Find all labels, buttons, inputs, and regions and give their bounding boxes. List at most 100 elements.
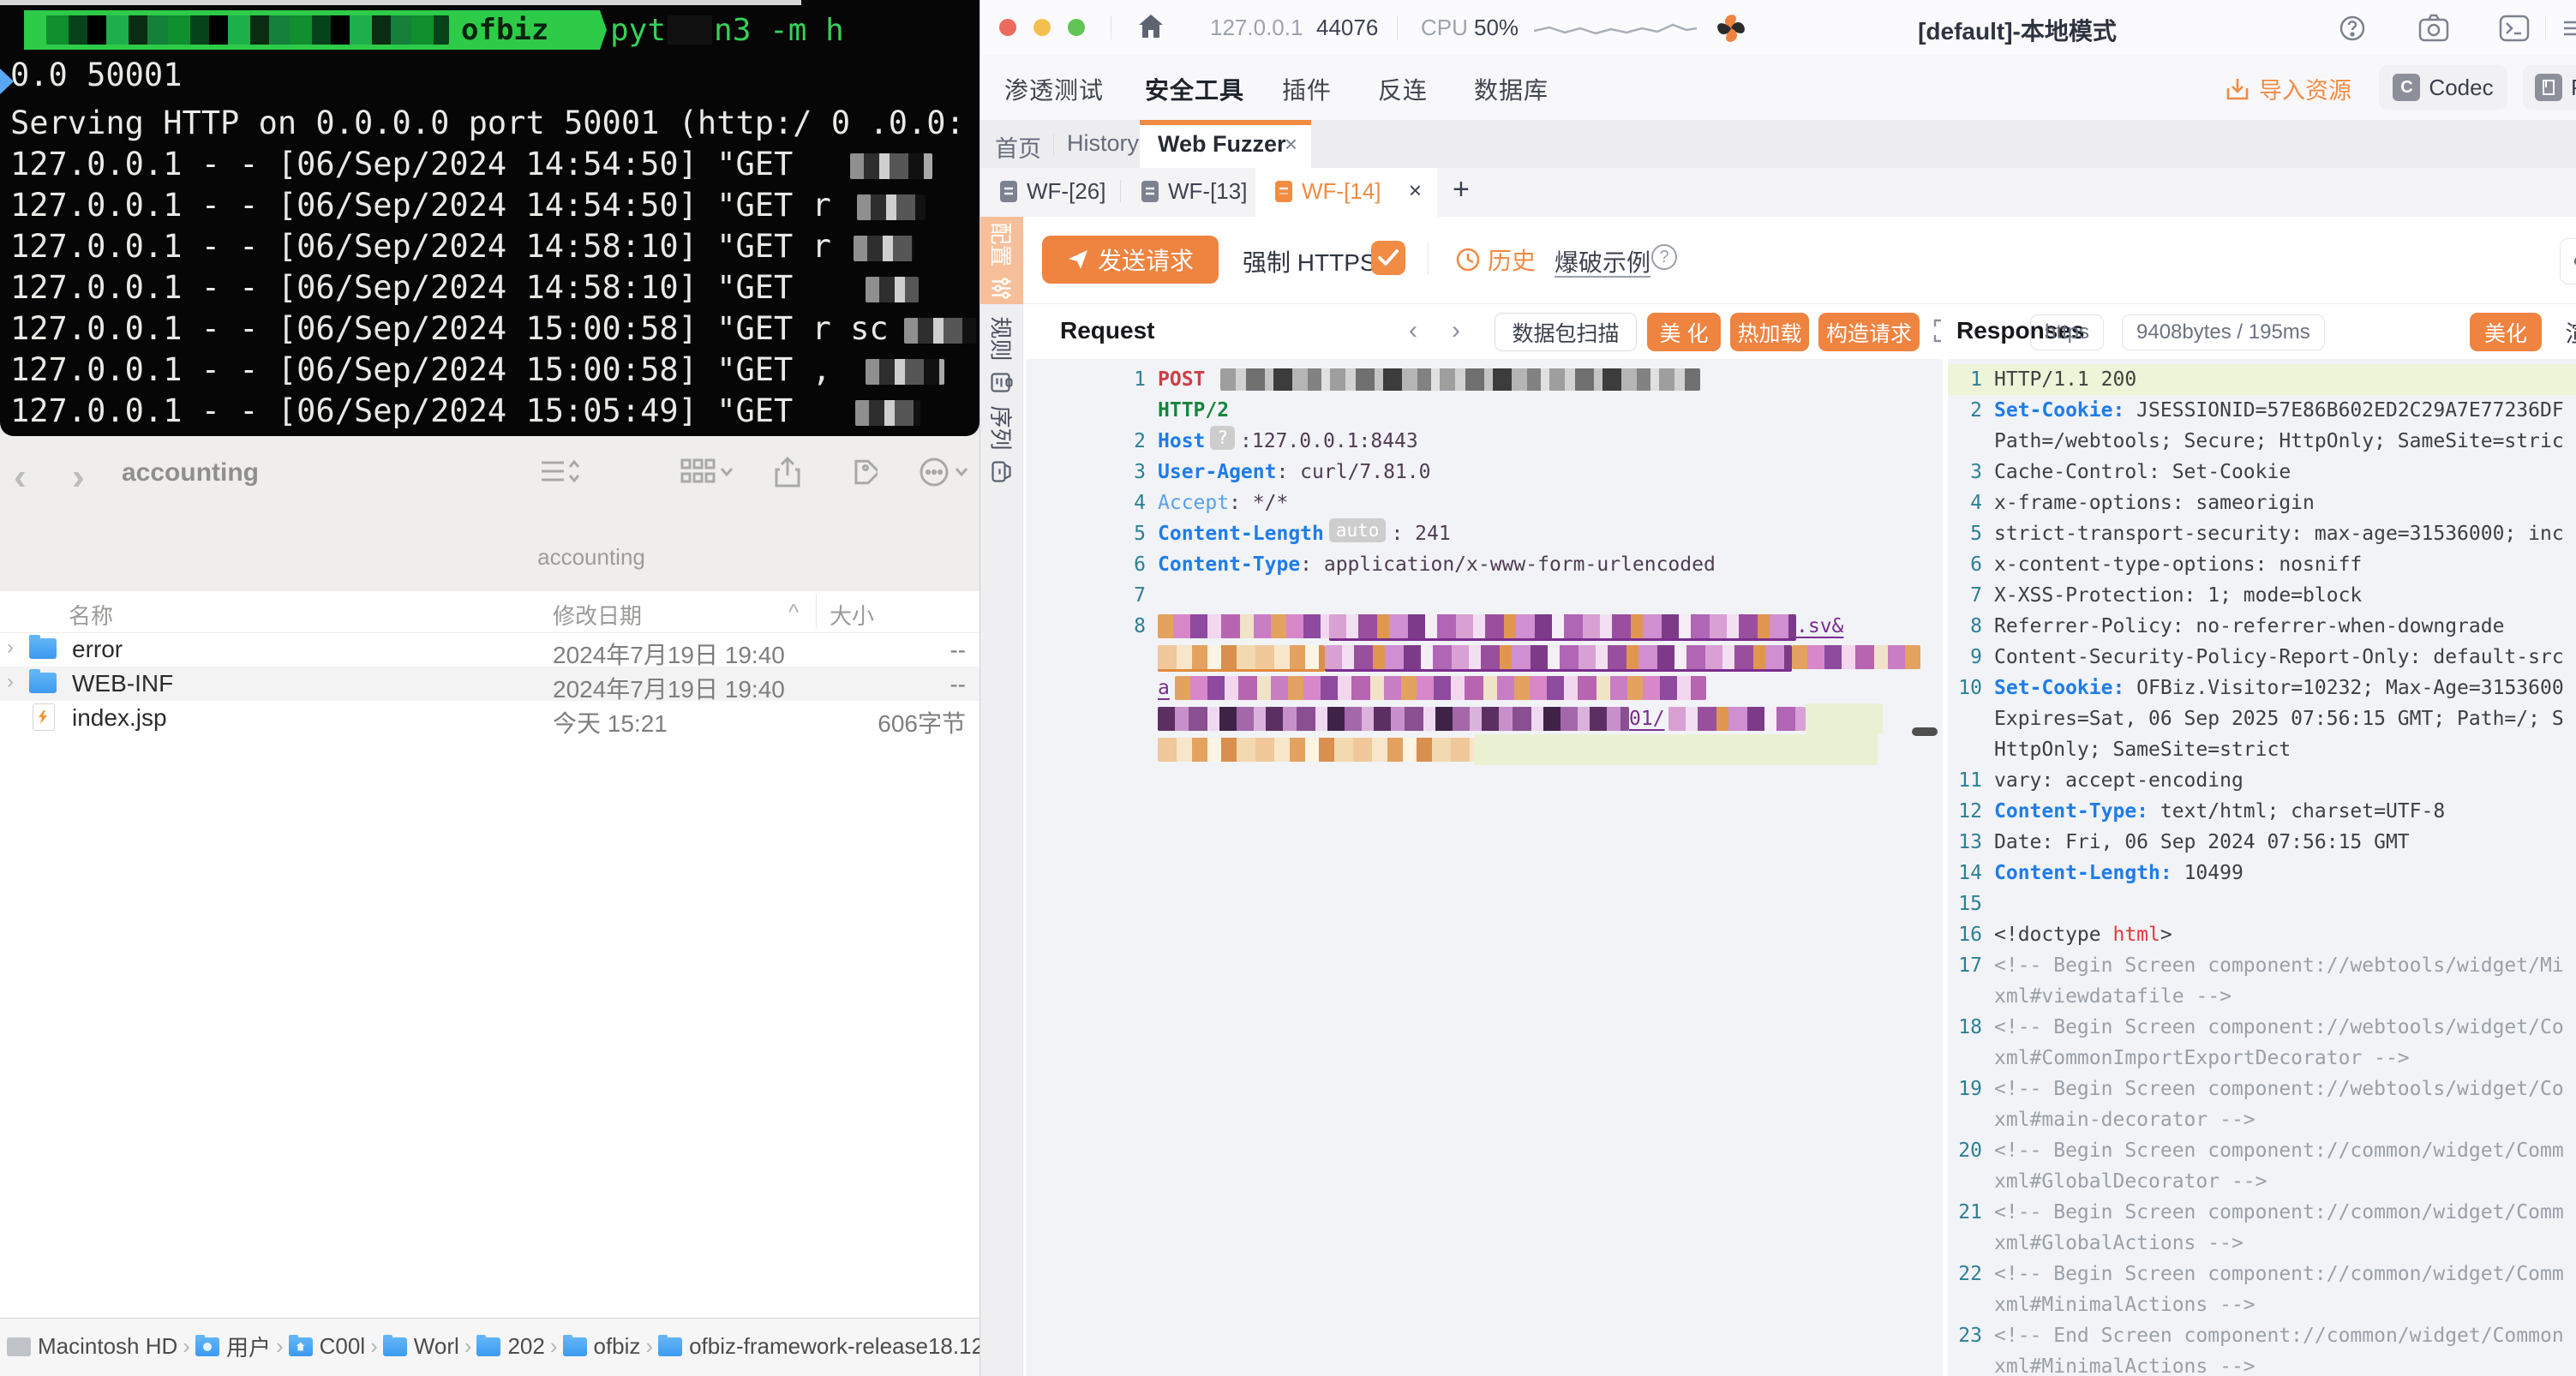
fuzzer-tab-wf14[interactable]: WF-[14] × — [1255, 168, 1437, 217]
more-actions-icon[interactable] — [919, 457, 972, 488]
grid-view-icon[interactable] — [680, 457, 734, 486]
crumb-ofbiz-framework[interactable]: ofbiz-framework-release18.12.15 — [658, 1333, 979, 1360]
help-icon[interactable] — [2338, 14, 2367, 43]
code-line: HTTP/2 — [1026, 395, 1943, 426]
nav-tab-database[interactable]: 数据库 — [1474, 72, 1549, 106]
fuzzer-toolbar: 发送请求 强制 HTTPS 历史 爆破示例 ? — [1023, 217, 2576, 304]
close-icon[interactable]: × — [1285, 131, 1297, 158]
hot-reload-button[interactable]: 热加载 — [1730, 313, 1809, 351]
beautify-button[interactable]: 美 化 — [1647, 313, 1721, 351]
nav-tab-reverse[interactable]: 反连 — [1378, 72, 1428, 106]
add-tab-button[interactable]: + — [1453, 173, 1470, 206]
column-date[interactable]: 修改日期 — [553, 599, 642, 631]
code-line: 6x-content-type-options: nosniff — [1948, 549, 2576, 580]
file-row-webinf[interactable]: › WEB-INF 2024年7月19日 19:40 -- — [0, 667, 979, 701]
minimize-window-button[interactable] — [1033, 19, 1051, 36]
host-label: 127.0.0.1 — [1210, 15, 1303, 41]
tab-home[interactable]: 首页 — [995, 130, 1041, 164]
column-size[interactable]: 大小 — [830, 599, 874, 631]
history-button[interactable]: 历史 — [1455, 242, 1536, 277]
fullscreen-icon[interactable] — [1932, 318, 1943, 344]
back-icon[interactable]: ‹ — [14, 458, 27, 496]
tag-icon[interactable] — [847, 457, 878, 488]
stats-tag: 9408bytes / 195ms — [2122, 314, 2325, 350]
yakit-logo-icon — [1713, 10, 1749, 46]
window-title: [default]-本地模式 — [1854, 13, 2180, 47]
crumb-home[interactable]: C00l — [289, 1333, 365, 1360]
share-icon[interactable] — [773, 457, 802, 489]
file-date: 2024年7月19日 19:40 — [553, 637, 785, 671]
code-line: 8Referrer-Policy: no-referrer-when-downg… — [1948, 611, 2576, 642]
clock-icon — [1455, 247, 1481, 272]
terminal-icon[interactable] — [2499, 14, 2530, 43]
terminal-line: Serving HTTP on 0.0.0.0 port 50001 (http… — [10, 103, 965, 144]
close-icon[interactable]: × — [1409, 177, 1422, 204]
clipboard-icon — [991, 371, 1013, 393]
fuzzer-tab-wf13[interactable]: WF-[13] — [1141, 178, 1247, 205]
port-label: 44076 — [1316, 15, 1378, 41]
column-name[interactable]: 名称 — [69, 599, 113, 631]
nav-tab-pentest[interactable]: 渗透测试 — [1004, 72, 1104, 106]
terminal-window[interactable]: ofbiz pytn3 -m h 0.0 50001 Serving HTTP … — [0, 0, 979, 436]
side-tab-sequence[interactable]: 序列 — [980, 400, 1023, 488]
fuzzer-side-tabs: 配置 规则 序列 — [980, 217, 1023, 1376]
code-line: 6Content-Type: application/x-www-form-ur… — [1026, 549, 1943, 580]
response-code-editor[interactable]: 1HTTP/1.1 200 2Set-Cookie: JSESSIONID=57… — [1948, 359, 2576, 1376]
file-row-error[interactable]: › error 2024年7月19日 19:40 -- — [0, 632, 979, 667]
page-tab-bar: 首页 History Web Fuzzer × — [980, 120, 2576, 168]
list-view-icon[interactable] — [540, 457, 579, 486]
force-https-checkbox[interactable] — [1371, 241, 1405, 275]
render-button-partial[interactable]: 渲 — [2551, 313, 2576, 351]
code-line: 18<!-- Begin Screen component://webtools… — [1948, 1012, 2576, 1043]
request-header: Request ‹ › 数据包扫描 美 化 热加载 构造请求 — [1026, 304, 1943, 360]
payload-button-partial[interactable]: P — [2523, 65, 2576, 110]
crumb-2024[interactable]: 202 — [476, 1333, 544, 1360]
home-icon[interactable] — [1136, 12, 1165, 41]
screenshot-icon[interactable] — [2418, 14, 2449, 43]
prev-icon[interactable]: ‹ — [1409, 316, 1417, 345]
folder-icon — [476, 1337, 500, 1356]
file-row-indexjsp[interactable]: index.jsp 今天 15:21 606字节 — [0, 701, 979, 735]
menu-lines-icon[interactable] — [2562, 14, 2576, 43]
code-line: 3User-Agent: curl/7.81.0 — [1026, 457, 1943, 488]
side-tab-rules[interactable]: 规则 — [980, 311, 1023, 398]
file-size: -- — [950, 671, 966, 698]
forward-icon[interactable]: › — [72, 458, 85, 496]
disclosure-icon[interactable]: › — [7, 670, 14, 694]
packet-scan-button[interactable]: 数据包扫描 — [1495, 313, 1637, 351]
help-circle-icon[interactable]: ? — [1651, 244, 1677, 270]
disclosure-icon[interactable]: › — [7, 636, 14, 660]
code-line: xml#MinimalActions --> — [1948, 1351, 2576, 1376]
maximize-window-button[interactable] — [1068, 19, 1085, 36]
request-body-redacted — [1026, 734, 1943, 765]
nav-tab-security-tools[interactable]: 安全工具 — [1145, 72, 1244, 106]
tab-history[interactable]: History — [1067, 130, 1139, 157]
share-button[interactable] — [2560, 238, 2576, 284]
blast-example-link[interactable]: 爆破示例 — [1555, 244, 1650, 278]
codec-button[interactable]: C Codec — [2379, 65, 2507, 110]
code-line: 11vary: accept-encoding — [1948, 765, 2576, 796]
nav-tab-plugins[interactable]: 插件 — [1282, 72, 1332, 106]
crumb-macintosh-hd[interactable]: Macintosh HD — [7, 1333, 177, 1360]
users-folder-icon — [195, 1337, 219, 1356]
crumb-users[interactable]: 用户 — [195, 1331, 271, 1362]
terminal-log-line: 127.0.0.1 - - [06/Sep/2024 14:58:10] "GE… — [10, 226, 914, 267]
crumb-ofbiz[interactable]: ofbiz — [563, 1333, 641, 1360]
request-code-editor[interactable]: 1POST HTTP/2 2Host?:127.0.0.1:8443 3User… — [1026, 359, 1943, 1376]
folder-icon — [658, 1337, 682, 1356]
code-line: 2Host?:127.0.0.1:8443 — [1026, 426, 1943, 457]
close-window-button[interactable] — [999, 19, 1016, 36]
tab-web-fuzzer[interactable]: Web Fuzzer × — [1140, 120, 1311, 168]
titlebar: 127.0.0.1 44076 CPU 50% [default]-本地模式 — [980, 0, 2576, 56]
construct-request-button[interactable]: 构造请求 — [1818, 313, 1920, 351]
archive-box-icon — [991, 460, 1013, 482]
import-resource-button[interactable]: 导入资源 — [2225, 72, 2351, 105]
side-tab-config[interactable]: 配置 — [980, 217, 1023, 304]
next-icon[interactable]: › — [1452, 316, 1460, 345]
fuzzer-tab-wf26[interactable]: WF-[26] — [999, 178, 1105, 205]
beautify-button[interactable]: 美化 — [2470, 313, 2542, 351]
crumb-work[interactable]: Worl — [383, 1333, 459, 1360]
scrollbar-thumb[interactable] — [1912, 727, 1938, 736]
send-request-button[interactable]: 发送请求 — [1042, 236, 1219, 284]
sort-asc-icon[interactable]: ^ — [788, 599, 799, 625]
